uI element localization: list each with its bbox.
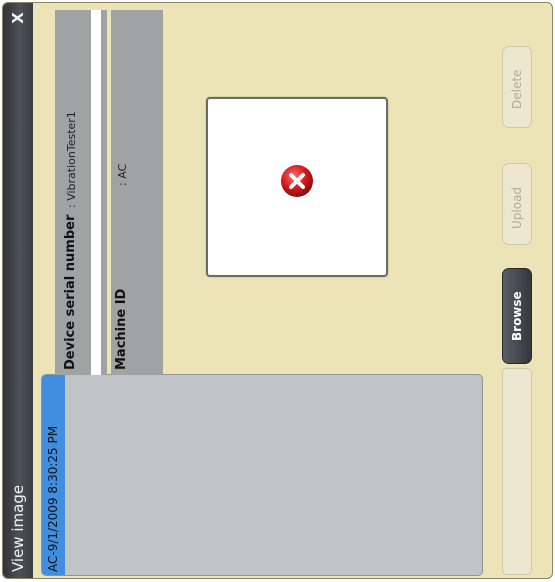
image-list[interactable]: AC-9/1/2009 8:30:25 PM	[41, 374, 483, 576]
close-icon: X	[8, 12, 27, 24]
view-image-window: X View image AC-9/1/2009 8:30:25 PM Devi…	[2, 2, 553, 579]
browse-button-label: Browse	[510, 291, 524, 341]
delete-button[interactable]: Delete	[502, 46, 532, 128]
error-x-icon	[281, 165, 313, 197]
close-button[interactable]: X	[8, 8, 28, 28]
title-bar[interactable]: X View image	[3, 3, 33, 578]
browse-button[interactable]: Browse	[502, 268, 532, 364]
list-item-label: AC-9/1/2009 8:30:25 PM	[46, 425, 60, 572]
divider	[91, 10, 101, 375]
machine-id-value: : AC	[116, 163, 129, 186]
machine-id-label: Machine ID	[114, 288, 129, 370]
upload-button[interactable]: Upload	[502, 163, 532, 245]
file-path-field[interactable]	[502, 368, 532, 575]
delete-button-label: Delete	[510, 69, 524, 109]
image-preview	[206, 97, 388, 277]
serial-number-value: : VibrationTester1	[65, 111, 78, 208]
machine-id-row: Machine ID : AC	[111, 10, 163, 375]
list-item[interactable]: AC-9/1/2009 8:30:25 PM	[42, 375, 65, 575]
window-title: View image	[9, 484, 27, 572]
serial-number-label: Device serial number	[63, 214, 78, 370]
upload-button-label: Upload	[510, 186, 524, 229]
